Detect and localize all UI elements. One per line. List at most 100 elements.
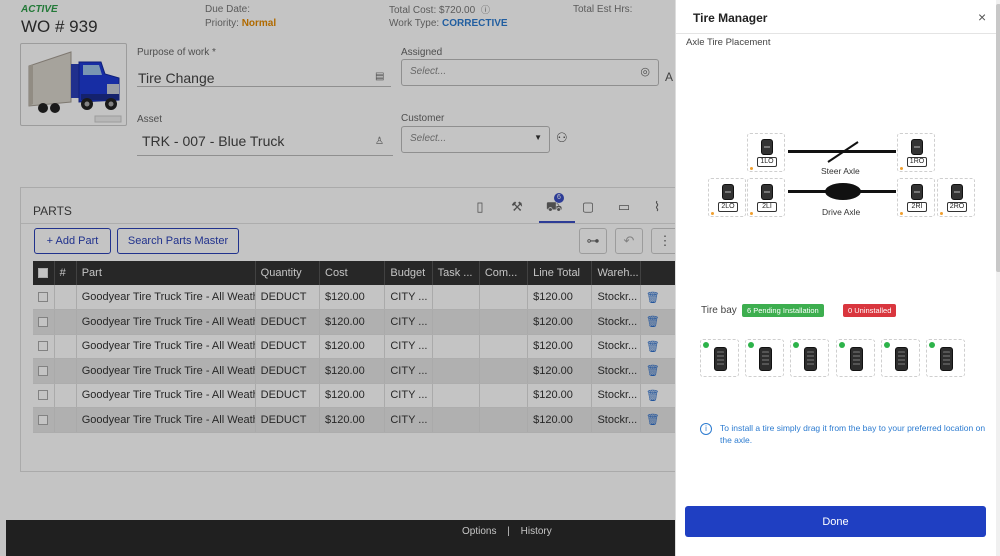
status-dot (711, 212, 714, 215)
table-row[interactable]: Goodyear Tire Truck Tire - All Weather D… (33, 285, 675, 310)
warehouse-cell: Stockr... (591, 383, 641, 408)
done-button[interactable]: Done (685, 506, 986, 537)
row-checkbox[interactable] (38, 390, 48, 401)
tire-slot-2lo[interactable]: 2LO (708, 178, 746, 217)
bay-tire[interactable] (881, 339, 920, 377)
customer-group-icon[interactable]: ⚇ (556, 130, 568, 146)
warehouse-cell: Stockr... (591, 285, 641, 310)
paperclip-icon[interactable]: ⌇ (648, 198, 666, 216)
select-all-cell[interactable] (33, 261, 55, 285)
scrollbar-thumb[interactable] (996, 4, 1000, 272)
user-circle-icon[interactable]: ◎ (640, 65, 650, 78)
options-link[interactable]: Options (458, 526, 500, 537)
bay-tire[interactable] (790, 339, 829, 377)
trash-icon[interactable]: 🗑 (646, 414, 660, 426)
table-row[interactable]: Goodyear Tire Truck Tire - All Weather D… (33, 358, 675, 384)
more-options-icon[interactable]: ⋮ (651, 228, 675, 254)
row-checkbox[interactable] (38, 341, 48, 352)
trash-icon[interactable]: 🗑 (646, 390, 660, 402)
table-row[interactable]: Goodyear Tire Truck Tire - All Weather D… (33, 309, 675, 335)
cost-cell: $120.00 (319, 334, 386, 359)
bay-tire[interactable] (836, 339, 875, 377)
part-cell: Goodyear Tire Truck Tire - All Weather (76, 358, 256, 384)
purpose-value[interactable]: Tire Change (138, 70, 215, 86)
column-header[interactable]: Line Total (527, 261, 593, 285)
row-checkbox[interactable] (38, 316, 48, 327)
trash-icon[interactable]: 🗑 (646, 341, 660, 353)
note-icon[interactable]: ▢ (579, 198, 597, 216)
com-cell (479, 285, 529, 310)
column-header[interactable]: Cost (319, 261, 386, 285)
task-cell (432, 407, 480, 433)
status-dot (900, 212, 903, 215)
status-dot (940, 212, 943, 215)
column-header[interactable]: Quantity (255, 261, 321, 285)
budget-cell: CITY ... (384, 383, 433, 408)
close-icon[interactable]: × (978, 9, 986, 25)
clipboard-icon[interactable]: ▯ (471, 198, 489, 216)
chevron-down-icon: ▼ (534, 133, 542, 142)
trash-icon[interactable]: 🗑 (646, 292, 660, 304)
install-hint: To install a tire simply drag it from th… (720, 423, 986, 445)
column-header[interactable]: Task ... (432, 261, 480, 285)
tire-icon (951, 184, 963, 200)
part-cell: Goodyear Tire Truck Tire - All Weather (76, 285, 256, 310)
invoice-icon[interactable]: ▭ (615, 198, 633, 216)
budget-cell: CITY ... (384, 334, 433, 359)
warehouse-cell: Stockr... (591, 309, 641, 335)
total-cost-field: Total Cost: $720.00 ⓘ (389, 3, 490, 16)
undo-icon[interactable]: ↶ (615, 228, 643, 254)
table-row[interactable]: Goodyear Tire Truck Tire - All Weather D… (33, 383, 675, 408)
total-est-hrs-label: Total Est Hrs: (573, 4, 633, 15)
task-cell (432, 309, 480, 335)
wrench-icon[interactable]: ⚒ (508, 198, 526, 216)
work-order-status: ACTIVE (21, 4, 58, 15)
customer-select[interactable]: Select... ▼ (401, 126, 550, 153)
column-header[interactable]: Com... (479, 261, 529, 285)
bay-tire[interactable] (745, 339, 784, 377)
tire-slot-2ro[interactable]: 2RO (937, 178, 975, 217)
tire-slot-2li[interactable]: 2LI (747, 178, 785, 217)
bay-tire[interactable] (700, 339, 739, 377)
select-all-checkbox[interactable] (38, 268, 48, 279)
tire-slot-1lo[interactable]: 1LO (747, 133, 785, 172)
column-header[interactable]: Part (76, 261, 256, 285)
info-icon[interactable]: ⓘ (481, 5, 490, 15)
column-header[interactable]: Wareh... (591, 261, 641, 285)
axle-placement-title: Axle Tire Placement (686, 37, 771, 48)
asset-value[interactable]: TRK - 007 - Blue Truck (142, 133, 284, 149)
trash-icon[interactable]: 🗑 (646, 316, 660, 328)
history-link[interactable]: History (517, 526, 556, 537)
asset-thumbnail[interactable] (20, 43, 127, 126)
status-dot (750, 167, 753, 170)
work-type-field: Work Type: CORRECTIVE (389, 18, 508, 29)
line-total-cell: $120.00 (527, 285, 593, 310)
table-row[interactable]: Goodyear Tire Truck Tire - All Weather D… (33, 334, 675, 359)
position-label: 2RI (907, 202, 927, 212)
hierarchy-icon[interactable]: ⊶ (579, 228, 607, 254)
cart-count-badge: 6 (554, 193, 564, 203)
row-checkbox[interactable] (38, 414, 48, 425)
column-header[interactable]: Budget (384, 261, 433, 285)
budget-cell: CITY ... (384, 285, 433, 310)
add-part-button[interactable]: + Add Part (34, 228, 111, 254)
assigned-select[interactable]: Select... ◎ (401, 59, 659, 86)
table-row[interactable]: Goodyear Tire Truck Tire - All Weather D… (33, 407, 675, 433)
tire-slot-2ri[interactable]: 2RI (897, 178, 935, 217)
priority-value: Normal (241, 18, 277, 29)
search-parts-master-button[interactable]: Search Parts Master (117, 228, 239, 254)
bay-tire[interactable] (926, 339, 965, 377)
row-checkbox[interactable] (38, 292, 48, 303)
com-cell (479, 334, 529, 359)
column-header[interactable]: # (54, 261, 77, 285)
row-checkbox[interactable] (38, 365, 48, 376)
parts-table: # Part Quantity Cost Budget Task ... Com… (33, 261, 675, 433)
part-cell: Goodyear Tire Truck Tire - All Weather (76, 309, 256, 335)
differential-shape (825, 183, 861, 200)
purpose-underline (137, 86, 391, 87)
tire-slot-1ro[interactable]: 1RO (897, 133, 935, 172)
list-icon[interactable]: ▤ (375, 71, 384, 82)
person-icon[interactable]: ♙ (375, 136, 384, 147)
trash-icon[interactable]: 🗑 (646, 365, 660, 377)
parts-title: PARTS (33, 204, 72, 218)
